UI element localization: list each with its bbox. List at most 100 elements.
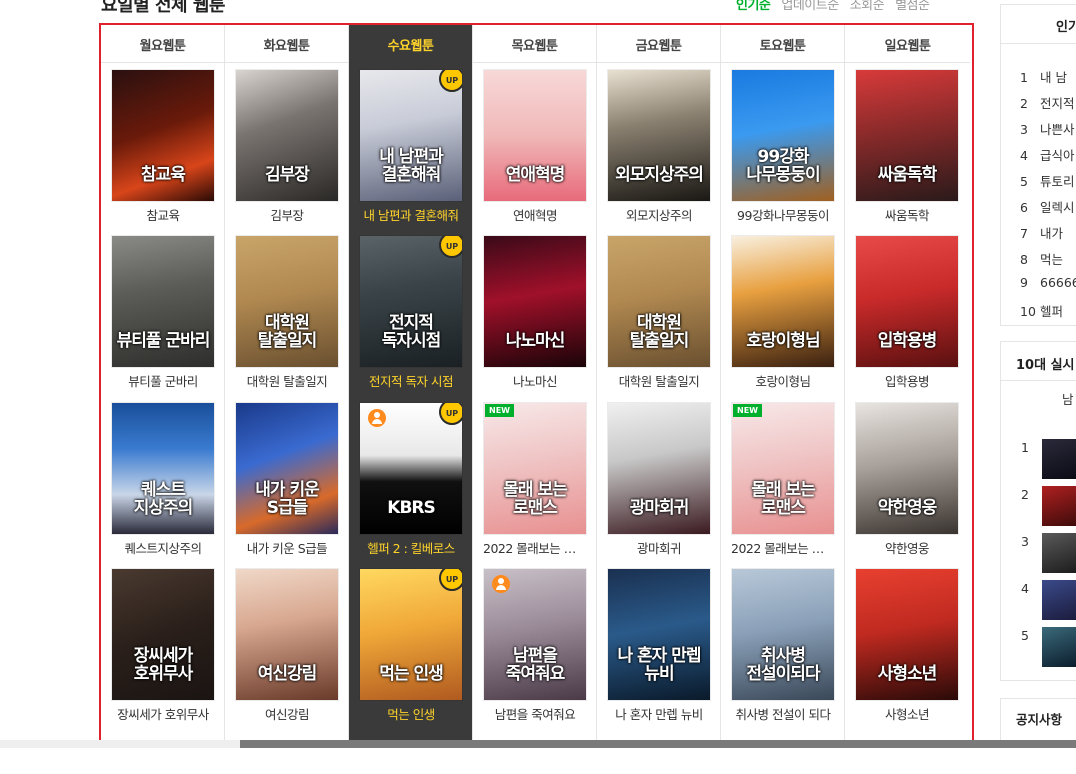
comic-card[interactable]: 전지적 독자시점 UP 전지적 독자 시점 [359, 235, 463, 390]
comic-thumbnail[interactable]: 호랑이형님 [731, 235, 835, 368]
comic-card[interactable]: 광마회귀 광마회귀 [607, 402, 711, 557]
comic-title[interactable]: 대학원 탈출일지 [235, 371, 339, 390]
comic-thumbnail[interactable]: 퀘스트 지상주의 [111, 402, 215, 535]
rank-title[interactable]: 나쁜사 [1040, 122, 1075, 137]
teen-gender-tab[interactable]: 남 [1062, 389, 1074, 408]
comic-card[interactable]: 사형소년 사형소년 [855, 568, 959, 723]
popular-rank-item[interactable]: 6 일렉시 [1020, 197, 1075, 216]
comic-card[interactable]: 연애혁명 연애혁명 [483, 69, 587, 224]
popular-rank-item[interactable]: 3 나쁜사 [1020, 119, 1075, 138]
comic-card[interactable]: 호랑이형님 호랑이형님 [731, 235, 835, 390]
teen-rank-thumbnail[interactable] [1042, 486, 1076, 526]
popular-rank-item[interactable]: 4 급식아 [1020, 145, 1075, 164]
comic-title[interactable]: 광마회귀 [607, 538, 711, 557]
sort-tab[interactable]: 별점순 [895, 0, 930, 13]
comic-title[interactable]: 외모지상주의 [607, 205, 711, 224]
day-tab[interactable]: 목요웹툰 [473, 25, 596, 63]
comic-title[interactable]: 나노마신 [483, 371, 587, 390]
comic-thumbnail[interactable]: 내 남편과 결혼해줘 UP [359, 69, 463, 202]
comic-title[interactable]: 싸움독학 [855, 205, 959, 224]
comic-title[interactable]: 참교육 [111, 205, 215, 224]
comic-thumbnail[interactable]: 광마회귀 [607, 402, 711, 535]
day-tab[interactable]: 화요웹툰 [225, 25, 348, 63]
comic-card[interactable]: 99강화 나무몽둥이 99강화나무몽둥이 [731, 69, 835, 224]
teen-rank-thumbnail[interactable] [1042, 627, 1076, 667]
comic-title[interactable]: 여신강림 [235, 704, 339, 723]
rank-title[interactable]: 급식아 [1040, 148, 1075, 163]
comic-title[interactable]: 2022 몰래보는 로맨스 [483, 538, 587, 557]
day-tab[interactable]: 수요웹툰 [349, 25, 472, 63]
comic-thumbnail[interactable]: 외모지상주의 [607, 69, 711, 202]
comic-card[interactable]: 먹는 인생 UP 먹는 인생 [359, 568, 463, 723]
comic-thumbnail[interactable]: 대학원 탈출일지 [235, 235, 339, 368]
sort-tab[interactable]: 업데이트순 [781, 0, 839, 13]
comic-thumbnail[interactable]: KBRS UP [359, 402, 463, 535]
comic-card[interactable]: 외모지상주의 외모지상주의 [607, 69, 711, 224]
comic-card[interactable]: 나노마신 나노마신 [483, 235, 587, 390]
comic-thumbnail[interactable]: 취사병 전설이되다 [731, 568, 835, 701]
rank-title[interactable]: 튜토리 [1040, 174, 1075, 189]
rank-title[interactable]: 내가 [1040, 226, 1063, 241]
comic-card[interactable]: 김부장 김부장 [235, 69, 339, 224]
comic-card[interactable]: 취사병 전설이되다 취사병 전설이 되다 [731, 568, 835, 723]
comic-card[interactable]: 내가 키운 S급들 내가 키운 S급들 [235, 402, 339, 557]
comic-title[interactable]: 퀘스트지상주의 [111, 538, 215, 557]
comic-thumbnail[interactable]: 먹는 인생 UP [359, 568, 463, 701]
comic-card[interactable]: 대학원 탈출일지 대학원 탈출일지 [235, 235, 339, 390]
popular-rank-item[interactable]: 9 66666 [1020, 275, 1076, 290]
comic-thumbnail[interactable]: 대학원 탈출일지 [607, 235, 711, 368]
comic-title[interactable]: 내가 키운 S급들 [235, 538, 339, 557]
comic-thumbnail[interactable]: 약한영웅 [855, 402, 959, 535]
comic-card[interactable]: 여신강림 여신강림 [235, 568, 339, 723]
comic-card[interactable]: 몰래 보는 로맨스 NEW 2022 몰래보는 로맨스 [731, 402, 835, 557]
day-tab[interactable]: 금요웹툰 [597, 25, 720, 63]
comic-title[interactable]: 전지적 독자 시점 [359, 371, 463, 390]
comic-card[interactable]: 뷰티풀 군바리 뷰티풀 군바리 [111, 235, 215, 390]
comic-card[interactable]: 나 혼자 만렙 뉴비 나 혼자 만렙 뉴비 [607, 568, 711, 723]
popular-rank-item[interactable]: 1 내 남 [1020, 67, 1067, 86]
comic-thumbnail[interactable]: 내가 키운 S급들 [235, 402, 339, 535]
comic-title[interactable]: 장씨세가 호위무사 [111, 704, 215, 723]
comic-thumbnail[interactable]: 뷰티풀 군바리 [111, 235, 215, 368]
comic-title[interactable]: 먹는 인생 [359, 704, 463, 723]
notice-title[interactable]: 공지사항 [1016, 709, 1062, 728]
sort-tab[interactable]: 인기순 [736, 0, 771, 13]
comic-thumbnail[interactable]: 연애혁명 [483, 69, 587, 202]
comic-thumbnail[interactable]: 김부장 [235, 69, 339, 202]
comic-card[interactable]: KBRS UP 헬퍼 2 : 킬베로스 [359, 402, 463, 557]
comic-card[interactable]: 참교육 참교육 [111, 69, 215, 224]
day-tab[interactable]: 일요웹툰 [845, 25, 970, 63]
comic-thumbnail[interactable]: 여신강림 [235, 568, 339, 701]
rank-title[interactable]: 먹는 [1040, 252, 1063, 267]
comic-title[interactable]: 사형소년 [855, 704, 959, 723]
comic-title[interactable]: 호랑이형님 [731, 371, 835, 390]
day-tab[interactable]: 월요웹툰 [101, 25, 224, 63]
rank-title[interactable]: 66666 [1040, 275, 1076, 290]
comic-thumbnail[interactable]: 99강화 나무몽둥이 [731, 69, 835, 202]
comic-card[interactable]: 입학용병 입학용병 [855, 235, 959, 390]
rank-title[interactable]: 내 남 [1040, 70, 1067, 85]
comic-card[interactable]: 퀘스트 지상주의퀘스트지상주의 [111, 402, 215, 557]
teen-rank-thumbnail[interactable] [1042, 580, 1076, 620]
comic-card[interactable]: 내 남편과 결혼해줘 UP 내 남편과 결혼해줘 [359, 69, 463, 224]
comic-title[interactable]: 나 혼자 만렙 뉴비 [607, 704, 711, 723]
comic-card[interactable]: 장씨세가 호위무사 장씨세가 호위무사 [111, 568, 215, 723]
popular-rank-item[interactable]: 10 헬퍼 [1020, 301, 1063, 320]
rank-title[interactable]: 헬퍼 [1040, 304, 1063, 319]
comic-thumbnail[interactable]: 몰래 보는 로맨스 NEW [731, 402, 835, 535]
comic-thumbnail[interactable]: 싸움독학 [855, 69, 959, 202]
sort-tab[interactable]: 조회순 [850, 0, 885, 13]
comic-thumbnail[interactable]: 몰래 보는 로맨스 NEW [483, 402, 587, 535]
comic-thumbnail[interactable]: 나노마신 [483, 235, 587, 368]
horizontal-scrollbar-thumb[interactable] [240, 740, 1076, 748]
comic-title[interactable]: 뷰티풀 군바리 [111, 371, 215, 390]
comic-title[interactable]: 입학용병 [855, 371, 959, 390]
comic-card[interactable]: 남편을 죽여줘요 남편을 죽여줘요 [483, 568, 587, 723]
comic-title[interactable]: 김부장 [235, 205, 339, 224]
popular-rank-item[interactable]: 5 튜토리 [1020, 171, 1075, 190]
comic-thumbnail[interactable]: 입학용병 [855, 235, 959, 368]
comic-title[interactable]: 헬퍼 2 : 킬베로스 [359, 538, 463, 557]
comic-card[interactable]: 대학원 탈출일지 대학원 탈출일지 [607, 235, 711, 390]
teen-rank-thumbnail[interactable] [1042, 439, 1076, 479]
popular-rank-item[interactable]: 7 내가 [1020, 223, 1063, 242]
